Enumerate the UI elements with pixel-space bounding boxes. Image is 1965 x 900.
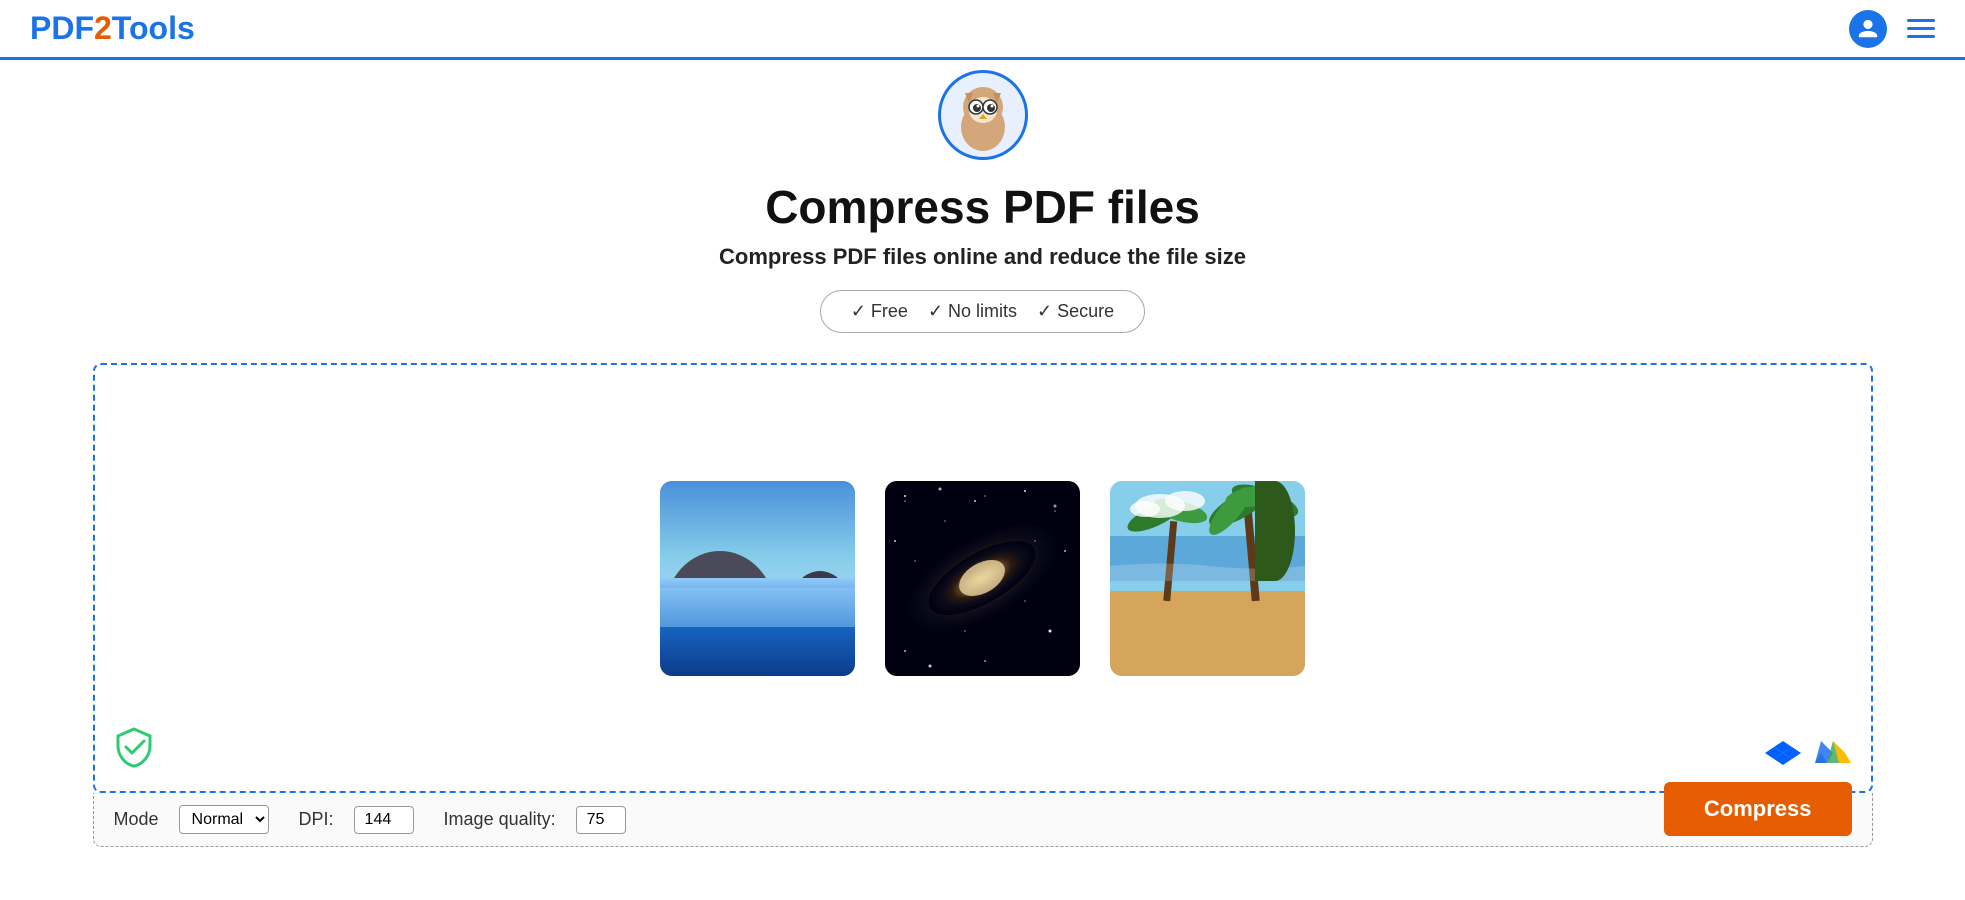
mascot	[938, 70, 1028, 160]
dropzone[interactable]	[93, 363, 1873, 793]
header-actions	[1849, 10, 1935, 48]
thumb-galaxy	[885, 481, 1080, 676]
menu-button[interactable]	[1907, 19, 1935, 38]
shield-check-icon	[113, 726, 155, 768]
header: PDF2Tools	[0, 0, 1965, 60]
gdrive-icon[interactable]	[1815, 735, 1851, 771]
user-icon	[1857, 18, 1879, 40]
mascot-svg	[943, 75, 1023, 155]
cloud-icons	[1765, 735, 1851, 771]
compress-button[interactable]: Compress	[1664, 782, 1852, 836]
features-badge: ✓ Free ✓ No limits ✓ Secure	[820, 290, 1145, 333]
quality-label: Image quality:	[444, 809, 556, 830]
dropzone-images	[660, 481, 1305, 676]
quality-value[interactable]: 75	[576, 806, 626, 834]
ocean-image	[660, 481, 855, 676]
page-subtitle: Compress PDF files online and reduce the…	[719, 244, 1246, 270]
mascot-area	[0, 60, 1965, 160]
user-icon-button[interactable]	[1849, 10, 1887, 48]
galaxy-image	[885, 481, 1080, 676]
security-icon-wrapper	[113, 726, 155, 773]
main-content: Compress PDF files Compress PDF files on…	[0, 160, 1965, 847]
settings-bar: Mode Normal Low High DPI: 144 Image qual…	[93, 793, 1873, 847]
feature-free: ✓ Free	[851, 301, 908, 322]
dropzone-section: Mode Normal Low High DPI: 144 Image qual…	[93, 363, 1873, 847]
mode-select[interactable]: Normal Low High	[179, 805, 269, 834]
page-title: Compress PDF files	[765, 180, 1200, 234]
feature-secure: ✓ Secure	[1037, 301, 1114, 322]
thumb-beach	[1110, 481, 1305, 676]
dpi-label: DPI:	[299, 809, 334, 830]
beach-image	[1110, 481, 1305, 676]
page-container: PDF2Tools	[0, 0, 1965, 847]
dpi-value[interactable]: 144	[354, 806, 414, 834]
feature-nolimits: ✓ No limits	[928, 301, 1017, 322]
dropbox-icon[interactable]	[1765, 735, 1801, 771]
thumb-ocean	[660, 481, 855, 676]
mode-label: Mode	[114, 809, 159, 830]
logo: PDF2Tools	[30, 10, 195, 47]
